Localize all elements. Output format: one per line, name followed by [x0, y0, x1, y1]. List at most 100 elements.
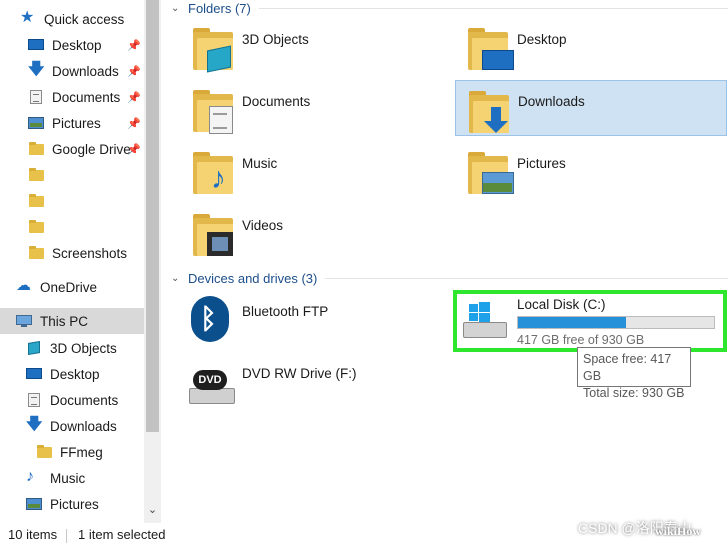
- download-arrow-icon: 🡇: [28, 61, 45, 78]
- tooltip-space-free: Space free: 417 GB: [583, 352, 672, 383]
- sidebar-item-google-drive[interactable]: Google Drive 📌: [0, 136, 144, 162]
- sidebar-item-pictures[interactable]: Pictures: [0, 491, 144, 517]
- group-title: Folders (7): [188, 0, 251, 16]
- 3d-objects-folder-icon: [193, 26, 239, 73]
- folder-label: Desktop: [517, 32, 567, 47]
- sidebar-item-ffmeg[interactable]: FFmeg: [0, 439, 144, 465]
- scroll-down-icon[interactable]: ⌄: [146, 502, 159, 518]
- dvd-badge: DVD: [193, 370, 227, 390]
- folder-label: Pictures: [517, 156, 566, 171]
- music-note-icon: ♪: [26, 468, 34, 485]
- documents-icon: [28, 89, 46, 105]
- folder-label: Music: [242, 156, 278, 171]
- device-tile-dvd-drive[interactable]: DVD DVD RW Drive (F:): [185, 356, 457, 412]
- folder-tile-music[interactable]: ♪ Music: [185, 146, 457, 202]
- sidebar-item-label: Desktop: [50, 366, 100, 382]
- sidebar-item-label: Desktop: [52, 37, 102, 53]
- sidebar-item-downloads[interactable]: 🡇 Downloads 📌: [0, 58, 144, 84]
- sidebar-item-label: Quick access: [44, 11, 125, 27]
- group-title: Devices and drives (3): [188, 270, 318, 286]
- desktop-icon: [28, 37, 46, 53]
- documents-icon: [26, 392, 44, 408]
- folder-icon: [28, 219, 46, 235]
- folder-label: Documents: [242, 94, 311, 109]
- pin-icon: 📌: [127, 144, 141, 156]
- folder-tile-videos[interactable]: Videos: [185, 208, 457, 264]
- folder-tile-documents[interactable]: Documents: [185, 84, 457, 140]
- file-view: ⌄ Folders (7) 3D Objects Desktop Documen…: [161, 0, 728, 523]
- desktop-folder-icon: [468, 26, 514, 70]
- sidebar-item-label: Music: [50, 470, 86, 486]
- disk-info-tooltip: Space free: 417 GB Total size: 930 GB: [577, 347, 691, 400]
- sidebar-item-folder[interactable]: [0, 162, 144, 188]
- pin-icon: 📌: [127, 66, 141, 78]
- sidebar-item-folder[interactable]: [0, 188, 144, 214]
- sidebar-item-label: This PC: [40, 313, 89, 329]
- folder-tile-desktop[interactable]: Desktop: [460, 22, 728, 78]
- folder-icon: [36, 444, 54, 460]
- pin-icon: 📌: [127, 92, 141, 104]
- device-tile-bluetooth[interactable]: ᛒ Bluetooth FTP: [185, 292, 457, 348]
- devices-group-header[interactable]: ⌄ Devices and drives (3): [161, 270, 728, 286]
- folder-label: Downloads: [518, 94, 585, 109]
- folder-label: 3D Objects: [242, 32, 309, 47]
- navigation-pane: ★ Quick access Desktop 📌 🡇 Downloads 📌 D…: [0, 0, 144, 523]
- folder-tile-pictures[interactable]: Pictures: [460, 146, 728, 202]
- sidebar-item-3d-objects[interactable]: 3D Objects: [0, 335, 144, 361]
- download-arrow-icon: 🡇: [26, 416, 43, 433]
- sidebar-scrollbar[interactable]: ⌄: [144, 0, 161, 523]
- 3d-objects-icon: [26, 340, 44, 356]
- divider: [325, 277, 728, 279]
- sidebar-item-documents[interactable]: Documents 📌: [0, 84, 144, 110]
- folder-icon: [28, 167, 46, 183]
- divider: [66, 529, 67, 543]
- documents-folder-icon: [193, 88, 239, 134]
- sidebar-item-desktop[interactable]: Desktop 📌: [0, 32, 144, 58]
- desktop-icon: [26, 366, 44, 382]
- sidebar-item-label: Google Drive: [52, 141, 131, 157]
- sidebar-item-label: OneDrive: [40, 279, 98, 295]
- sidebar-item-quick-access[interactable]: ★ Quick access: [0, 6, 144, 32]
- disk-usage-bar: [517, 316, 715, 329]
- wikihow-watermark: wikiHow: [655, 524, 702, 538]
- disk-usage-fill: [518, 317, 627, 328]
- folder-tile-3d-objects[interactable]: 3D Objects: [185, 22, 457, 78]
- sidebar-item-screenshots[interactable]: Screenshots: [0, 240, 144, 266]
- sidebar-item-label: Documents: [52, 89, 121, 105]
- sidebar-item-folder[interactable]: [0, 214, 144, 240]
- device-tile-local-disk-c[interactable]: Local Disk (C:) 417 GB free of 930 GB: [453, 290, 727, 352]
- pin-icon: 📌: [127, 40, 141, 52]
- sidebar-item-desktop[interactable]: Desktop: [0, 361, 144, 387]
- chevron-down-icon: ⌄: [171, 2, 180, 14]
- sidebar-item-onedrive[interactable]: ☁ OneDrive: [0, 274, 144, 300]
- sidebar-item-downloads[interactable]: 🡇 Downloads: [0, 413, 144, 439]
- windows-drive-icon: [461, 300, 507, 340]
- folder-label: Videos: [242, 218, 284, 233]
- pin-icon: 📌: [127, 118, 141, 130]
- sidebar-item-label: Downloads: [50, 418, 117, 434]
- folder-tile-downloads[interactable]: Downloads: [455, 80, 727, 136]
- computer-icon: [16, 313, 34, 329]
- sidebar-item-label: Screenshots: [52, 245, 128, 261]
- scrollbar-thumb[interactable]: [146, 0, 159, 432]
- folder-icon: [28, 245, 46, 261]
- sidebar-item-label: Pictures: [52, 115, 101, 131]
- cloud-icon: ☁: [16, 277, 31, 294]
- pictures-folder-icon: [468, 150, 514, 194]
- bluetooth-icon: ᛒ: [191, 296, 229, 342]
- device-label: DVD RW Drive (F:): [242, 366, 357, 381]
- device-label: Local Disk (C:): [517, 297, 606, 312]
- selection-count: 1 item selected: [78, 527, 166, 542]
- videos-folder-icon: [193, 212, 239, 256]
- sidebar-item-documents[interactable]: Documents: [0, 387, 144, 413]
- sidebar-item-this-pc[interactable]: This PC: [0, 308, 144, 334]
- pictures-icon: [26, 496, 44, 512]
- item-count: 10 items: [8, 527, 58, 542]
- dvd-drive-icon: DVD: [187, 366, 235, 406]
- sidebar-item-music[interactable]: ♪ Music: [0, 465, 144, 491]
- star-icon: ★: [20, 9, 35, 26]
- sidebar-item-label: Pictures: [50, 496, 99, 512]
- pictures-icon: [28, 115, 46, 131]
- sidebar-item-pictures[interactable]: Pictures 📌: [0, 110, 144, 136]
- folders-group-header[interactable]: ⌄ Folders (7): [161, 0, 728, 16]
